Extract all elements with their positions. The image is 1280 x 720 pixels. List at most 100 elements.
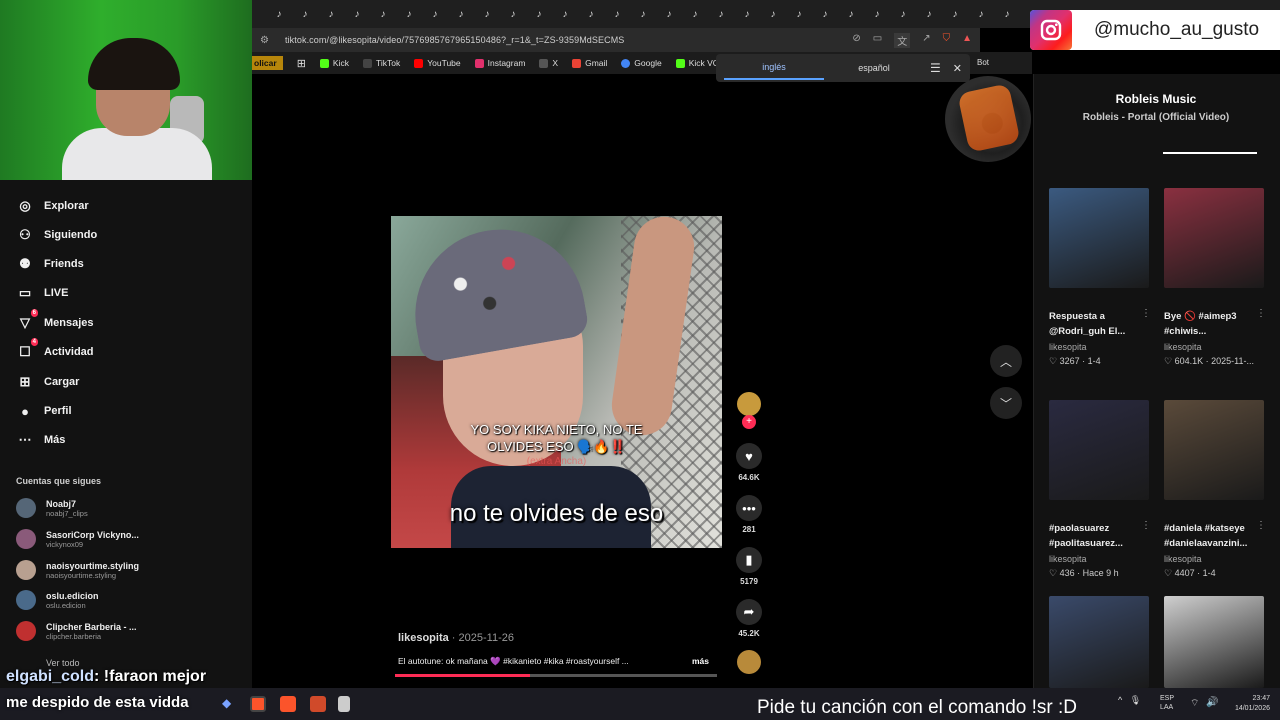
author-name[interactable]: likesopita xyxy=(398,632,449,644)
browser-tab[interactable]: ♪ xyxy=(916,1,942,27)
bookmark-youtube[interactable]: YouTube xyxy=(414,58,461,68)
browser-tab[interactable]: ♪ xyxy=(942,1,968,27)
browser-tab[interactable]: ♪ xyxy=(318,1,344,27)
cast-icon[interactable]: ▭ xyxy=(873,33,882,48)
translate-icon[interactable]: 文 xyxy=(894,32,911,48)
browser-tab[interactable]: ♪ xyxy=(344,1,370,27)
next-video-button[interactable]: ﹀ xyxy=(990,387,1022,419)
more-options-icon[interactable]: ⋮ xyxy=(1141,308,1151,319)
browser-tab[interactable]: ♪ xyxy=(864,1,890,27)
related-video-title[interactable]: Bye 🚫 #aimep3 #chiwis... xyxy=(1164,309,1268,339)
address-bar[interactable]: ⚙ tiktok.com/@likesopita/video/757698576… xyxy=(252,28,980,52)
video-author[interactable]: likesopita · 2025-11-26 xyxy=(398,632,514,644)
browser-tab[interactable]: ♪ xyxy=(396,1,422,27)
volume-icon[interactable]: 🔊 xyxy=(1206,697,1218,708)
related-video-title[interactable]: Respuesta a @Rodri_guh El... xyxy=(1049,309,1153,339)
translate-lang-target[interactable]: español xyxy=(824,57,924,79)
bookmark-tiktok[interactable]: TikTok xyxy=(362,58,400,68)
rewards-icon[interactable]: ▲ xyxy=(962,33,972,48)
reader-icon[interactable]: ⊘ xyxy=(852,33,860,48)
related-video-thumbnail[interactable] xyxy=(1164,400,1264,500)
browser-tab[interactable]: ♪ xyxy=(994,1,1020,27)
related-video-thumbnail[interactable] xyxy=(1049,400,1149,500)
bookmark-gmail[interactable]: Gmail xyxy=(572,58,607,68)
video-progress-bar[interactable] xyxy=(395,674,717,677)
related-video-author[interactable]: likesopita xyxy=(1049,554,1087,564)
browser-tab[interactable]: ♪ xyxy=(734,1,760,27)
related-video-author[interactable]: likesopita xyxy=(1164,554,1202,564)
site-settings-icon[interactable]: ⚙ xyxy=(260,35,269,46)
bookmark-bot[interactable]: Bot xyxy=(977,58,989,67)
follow-plus-icon[interactable]: + xyxy=(742,415,756,429)
following-account[interactable]: SasoriCorp Vickyno... vickynox09 xyxy=(16,529,139,549)
taskbar-brave-icon-2[interactable] xyxy=(280,696,296,712)
music-disc-icon[interactable] xyxy=(737,650,761,674)
browser-tab[interactable]: ♪ xyxy=(422,1,448,27)
clock[interactable]: 23:47 14/01/2026 xyxy=(1224,694,1270,714)
browser-tab[interactable]: ♪ xyxy=(526,1,552,27)
bookmark-x[interactable]: X xyxy=(539,58,558,68)
bookmark-google[interactable]: Google xyxy=(621,58,662,68)
translate-lang-source[interactable]: inglés xyxy=(724,56,824,80)
taskbar-file-icon[interactable] xyxy=(338,696,350,712)
bookmark-item[interactable]: olicar xyxy=(252,56,283,70)
taskbar-app-icon[interactable]: ◆ xyxy=(222,696,238,712)
related-video-thumbnail[interactable] xyxy=(1164,596,1264,688)
bookmark-kick[interactable]: Kick xyxy=(319,58,349,68)
browser-tab[interactable]: ♪ xyxy=(838,1,864,27)
browser-tab[interactable]: ♪ xyxy=(292,1,318,27)
sidebar-item-friends[interactable]: ⚉ Friends xyxy=(16,255,84,273)
share-button[interactable]: ➦ 45.2K xyxy=(735,599,763,638)
close-icon[interactable]: ✕ xyxy=(953,62,962,75)
browser-tab[interactable]: ♪ xyxy=(786,1,812,27)
browser-tab[interactable]: ♪ xyxy=(890,1,916,27)
browser-tab[interactable]: ♪ xyxy=(578,1,604,27)
related-video-thumbnail[interactable] xyxy=(1049,596,1149,688)
sidebar-item-cargar[interactable]: ⊞ Cargar xyxy=(16,373,80,391)
browser-tab[interactable]: ♪ xyxy=(500,1,526,27)
video-player[interactable]: YO SOY KIKA NIETO, NO TE OLVIDES ESO 🗣️🔥… xyxy=(391,216,722,548)
related-video-thumbnail[interactable] xyxy=(1049,188,1149,288)
menu-icon[interactable]: ☰ xyxy=(930,61,941,75)
browser-tab[interactable]: ♪ xyxy=(448,1,474,27)
more-options-icon[interactable]: ⋮ xyxy=(1141,520,1151,531)
see-all-link[interactable]: Ver todo xyxy=(46,658,80,668)
wifi-icon[interactable]: ⌔ xyxy=(1190,697,1199,710)
following-account[interactable]: Noabj7 noabj7_clips xyxy=(16,498,88,518)
sidebar-item-perfil[interactable]: ● Perfil xyxy=(16,402,71,420)
brave-shield-icon[interactable]: ⛉ xyxy=(943,33,951,48)
language-indicator[interactable]: ESP LAA xyxy=(1160,694,1174,712)
related-video-title[interactable]: #daniela #katseye #danielaavanzini... xyxy=(1164,521,1268,551)
browser-tab[interactable]: ♪ xyxy=(266,1,292,27)
previous-video-button[interactable]: ︿ xyxy=(990,345,1022,377)
related-video-thumbnail[interactable] xyxy=(1164,188,1264,288)
browser-tab[interactable]: ♪ xyxy=(812,1,838,27)
apps-grid-icon[interactable]: ⊞ xyxy=(297,57,306,70)
creator-avatar[interactable] xyxy=(737,392,761,416)
browser-tab[interactable]: ♪ xyxy=(656,1,682,27)
browser-tab[interactable]: ♪ xyxy=(474,1,500,27)
microphone-icon[interactable]: 🎙 xyxy=(1130,695,1141,705)
following-account[interactable]: Clipcher Barberia - ... clipcher.barberia xyxy=(16,621,137,641)
related-video-author[interactable]: likesopita xyxy=(1049,342,1087,352)
more-link[interactable]: más xyxy=(692,656,709,666)
related-video-title[interactable]: #paolasuarez #paolitasuarez... xyxy=(1049,521,1153,551)
following-account[interactable]: oslu.edicion oslu.edicion xyxy=(16,590,99,610)
save-button[interactable]: ▮ 5179 xyxy=(735,547,763,586)
sidebar-item-m-s[interactable]: ⋯ Más xyxy=(16,431,66,449)
more-options-icon[interactable]: ⋮ xyxy=(1256,520,1266,531)
browser-tab[interactable]: ♪ xyxy=(552,1,578,27)
share-icon[interactable]: ↗ xyxy=(922,33,930,48)
comment-button[interactable]: ••• 281 xyxy=(735,495,763,534)
sidebar-item-live[interactable]: ▭ LIVE xyxy=(16,284,69,302)
browser-tab[interactable]: ♪ xyxy=(708,1,734,27)
browser-tab[interactable]: ♪ xyxy=(630,1,656,27)
url-text[interactable]: tiktok.com/@likesopita/video/75769857679… xyxy=(285,35,624,45)
sidebar-item-mensajes[interactable]: ▽ 6 Mensajes xyxy=(16,309,94,332)
browser-tab[interactable]: ♪ xyxy=(682,1,708,27)
like-button[interactable]: ♥ 64.6K xyxy=(735,443,763,482)
more-options-icon[interactable]: ⋮ xyxy=(1256,308,1266,319)
browser-tab[interactable]: ♪ xyxy=(370,1,396,27)
taskbar-brave-icon[interactable] xyxy=(250,696,266,712)
browser-tab[interactable]: ♪ xyxy=(968,1,994,27)
